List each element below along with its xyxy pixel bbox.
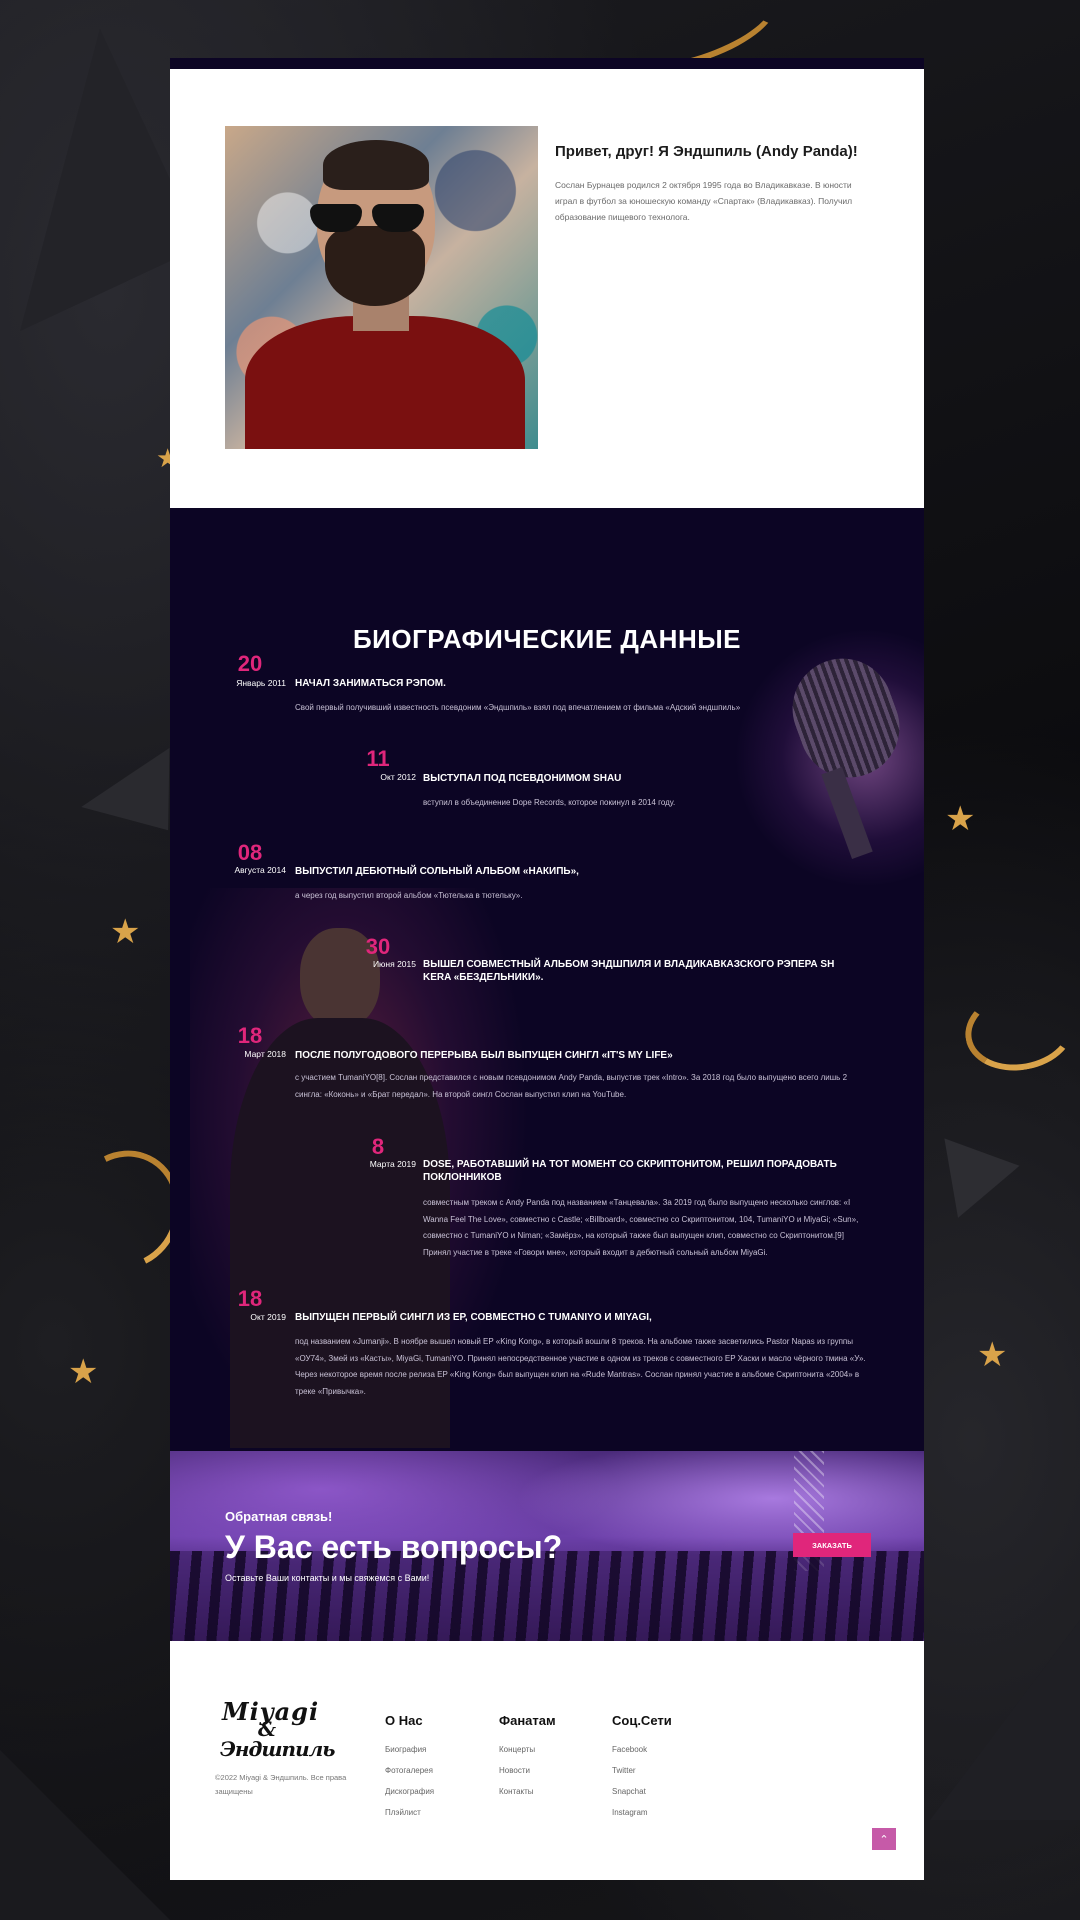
event-month: Марта 2019 [369,1159,416,1169]
footer: Miyagi & Эндшпиль ©2022 Miyagi & Эндшпил… [170,1641,924,1880]
event-month: Окт 2012 [380,772,416,782]
footer-link[interactable]: Фотогалерея [385,1766,434,1775]
artist-photo [225,126,538,449]
event-heading: ВЫПУСТИЛ ДЕБЮТНЫЙ СОЛЬНЫЙ АЛЬБОМ «НАКИПЬ… [295,866,579,877]
event-day: 30 [365,934,391,959]
microphone-image [778,644,914,860]
chevron-up-icon: ⌃ [879,1833,889,1846]
event-description: а через год выпустил второй альбом «Тюте… [295,891,523,900]
event-day: 08 [237,840,263,865]
event-description: совместным треком с Andy Panda под назва… [423,1198,859,1257]
event-month: Окт 2019 [250,1312,286,1322]
intro-title: Привет, друг! Я Эндшпиль (Andy Panda)! [555,143,858,160]
cta-title: У Вас есть вопросы? [225,1529,563,1565]
event-heading: ПОСЛЕ ПОЛУГОДОВОГО ПЕРЕРЫВА БЫЛ ВЫПУЩЕН … [295,1050,673,1061]
footer-link-facebook[interactable]: Facebook [612,1745,672,1754]
star-icon: ★ [977,1336,1008,1374]
footer-column-title: Фанатам [499,1713,556,1728]
decor-triangle [0,1750,170,1920]
footer-link-instagram[interactable]: Instagram [612,1808,672,1817]
event-description: под названием «Jumanji». В ноябре вышел … [295,1337,866,1396]
footer-link[interactable]: Биография [385,1745,434,1754]
event-month: Март 2018 [244,1049,286,1059]
sunglasses [310,204,430,232]
event-day: 18 [237,1286,263,1311]
copyright-text: ©2022 Miyagi & Эндшпиль. Все права защищ… [215,1773,347,1796]
star-icon: ★ [68,1353,99,1391]
event-heading: ВЫСТУПАЛ ПОД ПСЕВДОНИМОМ SHAU [423,773,622,784]
footer-link[interactable]: Дискография [385,1787,434,1796]
site-logo[interactable]: Miyagi & Эндшпиль [220,1697,335,1767]
footer-column-about: О Нас Биография Фотогалерея Дискография … [385,1713,434,1829]
event-heading: НАЧАЛ ЗАНИМАТЬСЯ РЭПОМ. [295,678,446,689]
footer-link[interactable]: Контакты [499,1787,556,1796]
gold-ribbon [958,981,1080,1079]
footer-column-title: Соц.Сети [612,1713,672,1728]
top-bar [170,58,924,69]
event-day: 11 [366,746,390,771]
star-icon: ★ [945,800,976,838]
footer-link-snapchat[interactable]: Snapchat [612,1787,672,1796]
intro-text: Сослан Бурнацев родился 2 октября 1995 г… [555,180,853,222]
event-description: с участием TumaniYO[8]. Сослан представи… [295,1073,848,1099]
scroll-top-button[interactable]: ⌃ [872,1828,896,1850]
biography-title: БИОГРАФИЧЕСКИЕ ДАННЫЕ [352,624,742,654]
event-heading: DOSE, РАБОТАВШИЙ НА ТОТ МОМЕНТ СО СКРИПТ… [423,1159,837,1183]
decor-triangle [920,1138,1020,1232]
event-month: Июня 2015 [372,959,416,969]
event-day: 20 [237,651,263,676]
footer-column-fans: Фанатам Концерты Новости Контакты [499,1713,556,1808]
event-month: Августа 2014 [234,865,287,875]
event-day: 18 [237,1023,263,1048]
cta-note: Оставьте Ваши контакты и мы свяжемся с В… [225,1573,430,1583]
footer-link-twitter[interactable]: Twitter [612,1766,672,1775]
event-day: 8 [371,1134,385,1159]
event-description: Свой первый получивший известность псевд… [295,703,741,712]
decor-triangle [930,1620,1080,1820]
contact-banner: Обратная связь! У Вас есть вопросы? Оста… [170,1451,924,1641]
footer-column-social: Соц.Сети Facebook Twitter Snapchat Insta… [612,1713,672,1829]
intro-section: Привет, друг! Я Эндшпиль (Andy Panda)! С… [170,69,924,508]
cta-subtitle: Обратная связь! [225,1509,333,1524]
footer-link[interactable]: Новости [499,1766,556,1775]
footer-column-title: О Нас [385,1713,423,1728]
event-heading: ВЫШЕЛ СОВМЕСТНЫЙ АЛЬБОМ ЭНДШПИЛЯ И ВЛАДИ… [423,959,835,983]
footer-link[interactable]: Концерты [499,1745,556,1754]
main-card: Привет, друг! Я Эндшпиль (Andy Panda)! С… [170,58,924,1880]
event-description: вступил в объединение Dope Records, кото… [423,798,676,807]
event-month: Январь 2011 [236,678,286,688]
order-button[interactable]: ЗАКАЗАТЬ [793,1533,871,1557]
biography-section: БИОГРАФИЧЕСКИЕ ДАННЫЕ 20 Январь 2011 НАЧ… [170,508,924,1451]
footer-link[interactable]: Плэйлист [385,1808,434,1817]
star-icon: ★ [110,913,141,951]
event-heading: ВЫПУЩЕН ПЕРВЫЙ СИНГЛ ИЗ EP, СОВМЕСТНО С … [295,1312,652,1323]
